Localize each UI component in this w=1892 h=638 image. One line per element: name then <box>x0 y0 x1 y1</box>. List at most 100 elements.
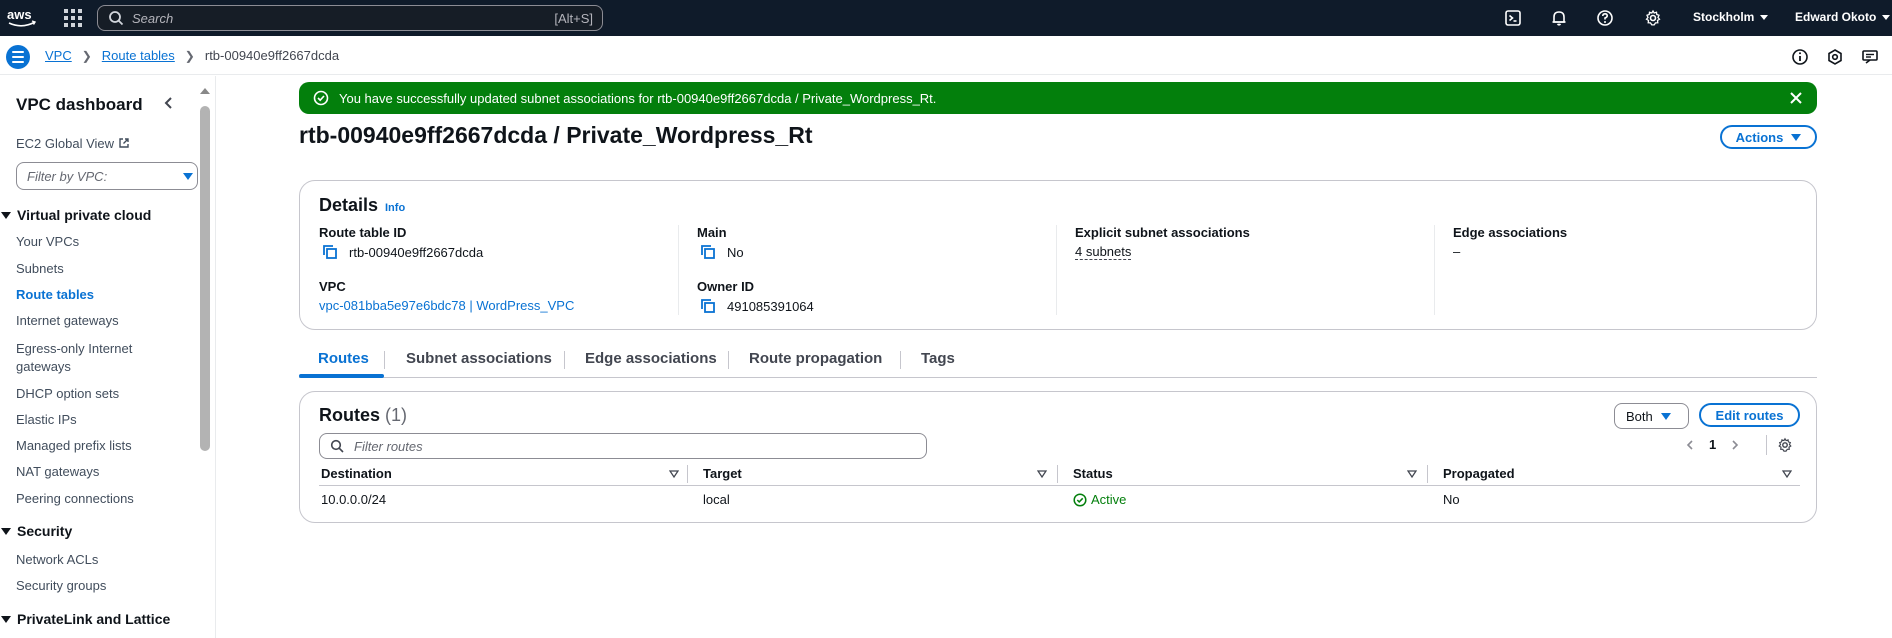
section-label: Virtual private cloud <box>17 207 152 223</box>
sidebar-title[interactable]: VPC dashboard <box>16 95 143 115</box>
search-icon <box>109 11 124 26</box>
copy-icon[interactable] <box>700 244 716 260</box>
tab-routes[interactable]: Routes <box>318 350 369 367</box>
status-active-check-icon <box>1073 492 1087 507</box>
filter-dropdown-icon <box>183 172 193 180</box>
explicit-subnet-associations-value[interactable]: 4 subnets <box>1075 244 1132 260</box>
svg-text:aws: aws <box>7 7 32 22</box>
column-header-status[interactable]: Status <box>1073 466 1113 481</box>
section-expand-icon <box>1 211 11 219</box>
vpc-filter-select[interactable]: Filter by VPC: <box>16 162 198 190</box>
actions-label: Actions <box>1735 129 1784 145</box>
sidebar-section-virtual-private-cloud[interactable]: Virtual private cloud <box>0 207 151 223</box>
sort-icon[interactable] <box>1407 469 1417 479</box>
section-label: PrivateLink and Lattice <box>17 611 171 627</box>
notifications-bell-icon[interactable] <box>1550 9 1568 27</box>
sidebar-item-peering-connections[interactable]: Peering connections <box>16 491 134 506</box>
sidebar-section-security[interactable]: Security <box>0 523 72 539</box>
table-row[interactable]: 10.0.0.0/24 local Active No <box>319 486 1800 514</box>
search-icon <box>330 439 344 453</box>
next-page-icon[interactable] <box>1730 439 1740 450</box>
help-icon[interactable] <box>1596 9 1614 27</box>
tab-edge-associations[interactable]: Edge associations <box>585 350 717 367</box>
table-preferences-gear-icon[interactable] <box>1777 437 1793 453</box>
settings-gear-icon[interactable] <box>1644 9 1662 27</box>
search-placeholder: Search <box>132 10 174 26</box>
explicit-subnet-associations-label: Explicit subnet associations <box>1075 225 1250 240</box>
vpc-link[interactable]: vpc-081bba5e97e6bdc78 | WordPress_VPC <box>319 298 679 313</box>
column-header-propagated[interactable]: Propagated <box>1443 466 1515 481</box>
flash-message: You have successfully updated subnet ass… <box>339 90 937 106</box>
close-icon[interactable] <box>1789 91 1803 105</box>
tab-route-propagation[interactable]: Route propagation <box>749 350 882 367</box>
copy-icon[interactable] <box>322 244 338 260</box>
scroll-up-icon[interactable] <box>200 88 210 94</box>
region-selector[interactable]: Stockholm <box>1693 10 1769 24</box>
search-input[interactable]: Search [Alt+S] <box>97 5 603 31</box>
sidebar-section-privatelink[interactable]: PrivateLink and Lattice <box>0 611 170 627</box>
column-divider <box>1057 465 1058 483</box>
routes-title: Routes <box>319 405 381 425</box>
details-heading: Details <box>319 195 379 215</box>
external-link-icon <box>119 138 129 148</box>
ip-version-select[interactable]: Both <box>1614 403 1689 429</box>
pagination: 1 <box>1685 437 1740 452</box>
sidebar-item-managed-prefix-lists[interactable]: Managed prefix lists <box>16 438 132 453</box>
actions-button[interactable]: Actions <box>1720 125 1817 149</box>
sidebar-item-elastic-ips[interactable]: Elastic IPs <box>16 412 77 427</box>
vpc-label: VPC <box>319 279 346 294</box>
page-number[interactable]: 1 <box>1709 437 1716 452</box>
close-sidebar-chevron-icon[interactable] <box>162 96 176 110</box>
routes-count: (1) <box>385 405 408 425</box>
sidebar-scrollbar[interactable] <box>200 106 210 451</box>
info-link[interactable]: Info <box>385 202 405 214</box>
sort-icon[interactable] <box>1782 469 1792 479</box>
resource-settings-icon[interactable] <box>1826 48 1844 66</box>
sidebar-item-dhcp-option-sets[interactable]: DHCP option sets <box>16 386 119 401</box>
cloudshell-icon[interactable] <box>1504 9 1522 27</box>
sidebar-item-network-acls[interactable]: Network ACLs <box>16 552 98 567</box>
account-caret-icon <box>1882 15 1891 21</box>
tab-subnet-associations[interactable]: Subnet associations <box>406 350 552 367</box>
services-menu-icon[interactable] <box>64 9 82 27</box>
copy-icon[interactable] <box>700 298 716 314</box>
both-label: Both <box>1626 408 1653 424</box>
sidebar-item-subnets[interactable]: Subnets <box>16 261 64 276</box>
cell-destination: 10.0.0.0/24 <box>321 492 387 507</box>
side-menu-toggle-icon[interactable] <box>6 45 30 69</box>
sidebar-item-route-tables[interactable]: Route tables <box>16 287 94 302</box>
aws-logo[interactable]: aws <box>6 6 38 30</box>
sidebar-item-internet-gateways[interactable]: Internet gateways <box>16 313 119 328</box>
sort-icon[interactable] <box>669 469 679 479</box>
column-header-target[interactable]: Target <box>703 466 742 481</box>
breadcrumb-route-tables[interactable]: Route tables <box>102 48 175 63</box>
tab-divider <box>384 351 385 369</box>
tab-tags[interactable]: Tags <box>921 350 955 367</box>
section-expand-icon <box>1 527 11 535</box>
account-menu[interactable]: Edward Okoto <box>1795 10 1891 24</box>
details-column-2: Main No Owner ID 491085391064 <box>678 225 1056 315</box>
filter-routes-input[interactable]: Filter routes <box>319 433 927 459</box>
route-table-id-value: rtb-00940e9ff2667dcda <box>349 244 484 260</box>
previous-page-icon[interactable] <box>1685 439 1695 450</box>
sidebar-item-egress-only-internet-gateways[interactable]: Egress-only Internet gateways <box>16 340 146 376</box>
sidebar-item-security-groups[interactable]: Security groups <box>16 578 106 593</box>
user-name: Edward Okoto <box>1795 10 1877 24</box>
sidebar-item-ec2-global-view[interactable]: EC2 Global View <box>16 136 130 151</box>
edge-associations-value: – <box>1453 244 1461 259</box>
breadcrumb-current: rtb-00940e9ff2667dcda <box>204 48 340 63</box>
sort-icon[interactable] <box>1037 469 1047 479</box>
tab-list: Routes Subnet associations Edge associat… <box>299 340 1817 378</box>
sidebar-item-your-vpcs[interactable]: Your VPCs <box>16 234 79 249</box>
info-icon[interactable] <box>1791 48 1809 66</box>
routes-table-header: Destination Target Status Propagated <box>319 464 1800 486</box>
column-header-destination[interactable]: Destination <box>321 466 392 481</box>
edit-routes-button[interactable]: Edit routes <box>1699 403 1800 427</box>
breadcrumb-vpc[interactable]: VPC <box>45 48 72 63</box>
column-divider <box>1427 465 1428 483</box>
pager-divider <box>1766 435 1767 455</box>
sidebar-item-nat-gateways[interactable]: NAT gateways <box>16 464 99 479</box>
owner-id-value: 491085391064 <box>727 298 814 314</box>
details-panel: Details Info Route table ID rtb-00940e9f… <box>299 180 1817 330</box>
feedback-icon[interactable] <box>1861 48 1879 66</box>
